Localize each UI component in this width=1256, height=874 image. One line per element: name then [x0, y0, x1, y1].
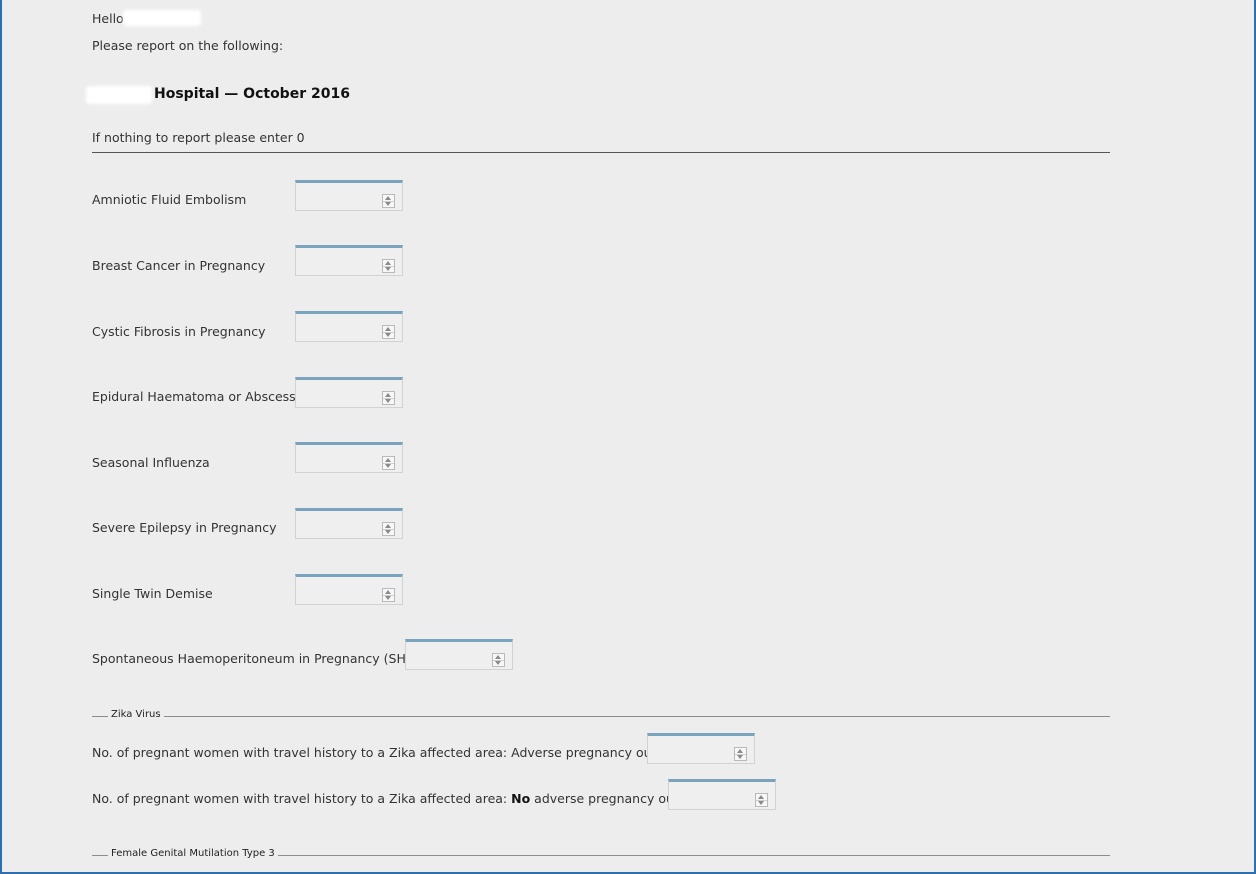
zika-no-adverse-outcome-stepper[interactable]: [668, 779, 776, 810]
severe-epilepsy-in-pregnancy-stepper[interactable]: [295, 508, 403, 539]
spinner-arrows-icon[interactable]: [755, 793, 768, 807]
greeting-hello: Hello: [92, 11, 124, 26]
single-twin-demise-stepper[interactable]: [295, 574, 403, 605]
cystic-fibrosis-in-pregnancy-stepper[interactable]: [295, 311, 403, 342]
spontaneous-haemoperitoneum-stepper[interactable]: [405, 639, 513, 670]
spinner-arrows-icon[interactable]: [382, 391, 395, 405]
redacted-user-name: [123, 10, 201, 26]
label-breast-cancer-in-pregnancy: Breast Cancer in Pregnancy: [92, 258, 266, 273]
seasonal-influenza-stepper[interactable]: [295, 442, 403, 473]
report-prompt: Please report on the following:: [92, 38, 284, 53]
instruction-text: If nothing to report please enter 0: [92, 130, 305, 145]
fgm-legend-text: Female Genital Mutilation Type 3: [108, 848, 278, 859]
label-zika-no-adverse-outcome: No. of pregnant women with travel histor…: [92, 791, 713, 806]
label-severe-epilepsy-in-pregnancy: Severe Epilepsy in Pregnancy: [92, 520, 277, 535]
label-amniotic-fluid-embolism: Amniotic Fluid Embolism: [92, 192, 247, 207]
spinner-arrows-icon[interactable]: [734, 747, 747, 761]
spinner-arrows-icon[interactable]: [382, 522, 395, 536]
redacted-hospital-name: [86, 86, 152, 104]
label-spontaneous-haemoperitoneum: Spontaneous Haemoperitoneum in Pregnancy…: [92, 651, 422, 666]
label-cystic-fibrosis-in-pregnancy: Cystic Fibrosis in Pregnancy: [92, 324, 266, 339]
label-single-twin-demise: Single Twin Demise: [92, 586, 213, 601]
zika-adverse-outcome-stepper[interactable]: [647, 733, 755, 764]
epidural-haematoma-or-abscess-stepper[interactable]: [295, 377, 403, 408]
spinner-arrows-icon[interactable]: [382, 259, 395, 273]
spinner-arrows-icon[interactable]: [382, 325, 395, 339]
label-zika-adverse-outcome: No. of pregnant women with travel histor…: [92, 745, 691, 760]
spinner-arrows-icon[interactable]: [382, 588, 395, 602]
page-title: Hospital — October 2016: [154, 86, 350, 102]
fgm-fieldset-legend: Female Genital Mutilation Type 3: [92, 848, 1110, 862]
spinner-arrows-icon[interactable]: [382, 194, 395, 208]
window-frame: Hello Please report on the following: Ho…: [0, 0, 1256, 874]
spinner-arrows-icon[interactable]: [492, 653, 505, 667]
zika-fieldset-legend: Zika Virus: [92, 709, 1110, 723]
header-divider: [92, 152, 1110, 153]
zika-no-adverse-prefix: No. of pregnant women with travel histor…: [92, 791, 512, 806]
spinner-arrows-icon[interactable]: [382, 456, 395, 470]
zika-no-adverse-bold: No: [511, 791, 531, 806]
label-seasonal-influenza: Seasonal Influenza: [92, 455, 210, 470]
label-epidural-haematoma-or-abscess: Epidural Haematoma or Abscess: [92, 389, 296, 404]
amniotic-fluid-embolism-stepper[interactable]: [295, 180, 403, 211]
breast-cancer-in-pregnancy-stepper[interactable]: [295, 245, 403, 276]
zika-legend-text: Zika Virus: [108, 709, 164, 720]
